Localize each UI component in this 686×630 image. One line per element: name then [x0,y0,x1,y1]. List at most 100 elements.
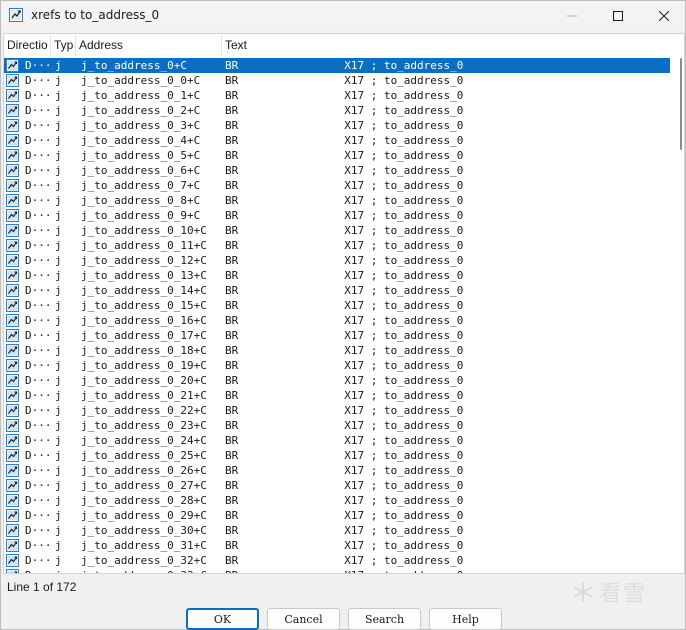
row-text: BR X17 ; to_address_0 [225,554,464,567]
table-row[interactable]: D··· j j_to_address_0+C BR X17 ; to_address… [4,58,670,73]
table-row[interactable]: D··· j j_to_address_0_33+C BR X17 ; to_addr… [4,568,670,573]
xref-jump-icon [6,553,20,568]
window-title: xrefs to to_address_0 [31,8,160,22]
table-row[interactable]: D··· j j_to_address_0_32+C BR X17 ; to_addr… [4,553,670,568]
table-row[interactable]: D··· j j_to_address_0_16+C BR X17 ; to_addr… [4,313,670,328]
help-button[interactable]: Help [429,608,502,630]
table-row[interactable]: D··· j j_to_address_0_14+C BR X17 ; to_addr… [4,283,670,298]
table-row[interactable]: D··· j j_to_address_0_22+C BR X17 ; to_addr… [4,403,670,418]
row-direction: D··· [25,479,51,492]
close-button[interactable] [641,1,686,31]
row-text: BR X17 ; to_address_0 [225,74,464,87]
row-type: j [55,149,62,162]
scrollbar-thumb[interactable] [680,58,682,150]
row-direction: D··· [25,494,51,507]
title-bar[interactable]: xrefs to to_address_0 [1,1,685,31]
row-address: j_to_address_0_10+C [81,224,207,237]
cancel-button[interactable]: Cancel [267,608,340,630]
row-text: BR X17 ; to_address_0 [225,269,464,282]
row-text: BR X17 ; to_address_0 [225,209,464,222]
row-address: j_to_address_0_0+C [81,74,201,87]
row-address: j_to_address_0_18+C [81,344,207,357]
table-row[interactable]: D··· j j_to_address_0_2+C BR X17 ; to_addre… [4,103,670,118]
row-direction: D··· [25,134,51,147]
xref-jump-icon [6,88,20,103]
table-row[interactable]: D··· j j_to_address_0_20+C BR X17 ; to_addr… [4,373,670,388]
column-header-text[interactable]: Text [222,34,674,57]
ok-button[interactable]: OK [186,608,259,630]
minimize-button[interactable] [549,1,595,31]
table-row[interactable]: D··· j j_to_address_0_5+C BR X17 ; to_addre… [4,148,670,163]
row-direction: D··· [25,419,51,432]
table-row[interactable]: D··· j j_to_address_0_18+C BR X17 ; to_addr… [4,343,670,358]
table-row[interactable]: D··· j j_to_address_0_29+C BR X17 ; to_addr… [4,508,670,523]
table-row[interactable]: D··· j j_to_address_0_0+C BR X17 ; to_addre… [4,73,670,88]
column-header-address[interactable]: Address [76,34,222,57]
table-row[interactable]: D··· j j_to_address_0_19+C BR X17 ; to_addr… [4,358,670,373]
row-address: j_to_address_0_16+C [81,314,207,327]
table-row[interactable]: D··· j j_to_address_0_17+C BR X17 ; to_addr… [4,328,670,343]
table-row[interactable]: D··· j j_to_address_0_13+C BR X17 ; to_addr… [4,268,670,283]
maximize-button[interactable] [595,1,641,31]
row-address: j_to_address_0_3+C [81,119,201,132]
row-address: j_to_address_0_29+C [81,509,207,522]
row-address: j_to_address_0_1+C [81,89,201,102]
row-type: j [55,464,62,477]
xref-jump-icon [6,568,20,573]
xrefs-list[interactable]: Directio Typ Address Text D··· j j_to_addr… [3,33,685,574]
row-text: BR X17 ; to_address_0 [225,329,464,342]
table-row[interactable]: D··· j j_to_address_0_23+C BR X17 ; to_addr… [4,418,670,433]
table-row[interactable]: D··· j j_to_address_0_8+C BR X17 ; to_addre… [4,193,670,208]
table-row[interactable]: D··· j j_to_address_0_7+C BR X17 ; to_addre… [4,178,670,193]
row-type: j [55,568,69,573]
row-address: j_to_address_0_28+C [81,494,207,507]
row-direction: D··· [25,254,51,267]
row-text: BR X17 ; to_address_0 [225,239,464,252]
table-row[interactable]: D··· j j_to_address_0_25+C BR X17 ; to_addr… [4,448,670,463]
table-row[interactable]: D··· j j_to_address_0_30+C BR X17 ; to_addr… [4,523,670,538]
table-row[interactable]: D··· j j_to_address_0_21+C BR X17 ; to_addr… [4,388,670,403]
table-row[interactable]: D··· j j_to_address_0_3+C BR X17 ; to_addre… [4,118,670,133]
xref-jump-icon [6,208,20,223]
table-row[interactable]: D··· j j_to_address_0_10+C BR X17 ; to_addr… [4,223,670,238]
xref-icon [9,8,23,22]
row-type: j [55,509,62,522]
table-row[interactable]: D··· j j_to_address_0_9+C BR X17 ; to_addre… [4,208,670,223]
table-row[interactable]: D··· j j_to_address_0_31+C BR X17 ; to_addr… [4,538,670,553]
row-direction: D··· [25,179,51,192]
row-address: j_to_address_0_12+C [81,254,207,267]
xref-jump-icon [6,403,20,418]
column-header-type[interactable]: Typ [51,34,76,57]
table-row[interactable]: D··· j j_to_address_0_6+C BR X17 ; to_addre… [4,163,670,178]
row-type: j [55,314,62,327]
row-address: j_to_address_0+C [81,59,187,72]
row-type: j [55,239,62,252]
row-type: j [55,119,62,132]
row-direction: D··· [25,209,51,222]
table-row[interactable]: D··· j j_to_address_0_28+C BR X17 ; to_addr… [4,493,670,508]
row-direction: D··· [25,224,51,237]
vertical-scrollbar[interactable] [670,58,684,573]
table-row[interactable]: D··· j j_to_address_0_27+C BR X17 ; to_addr… [4,478,670,493]
table-row[interactable]: D··· j j_to_address_0_11+C BR X17 ; to_addr… [4,238,670,253]
table-row[interactable]: D··· j j_to_address_0_12+C BR X17 ; to_addr… [4,253,670,268]
row-text: BR X17 ; to_address_0 [225,284,464,297]
row-type: j [55,179,62,192]
row-direction: D··· [25,299,51,312]
row-address: j_to_address_0_14+C [81,284,207,297]
table-row[interactable]: D··· j j_to_address_0_1+C BR X17 ; to_addre… [4,88,670,103]
row-text: BR X17 ; to_address_0 [225,119,464,132]
row-text: BR X17 ; to_address_0 [225,59,464,72]
table-row[interactable]: D··· j j_to_address_0_15+C BR X17 ; to_addr… [4,298,670,313]
xref-jump-icon [6,523,20,538]
table-row[interactable]: D··· j j_to_address_0_24+C BR X17 ; to_addr… [4,433,670,448]
line-status: Line 1 of 172 [7,580,77,594]
row-direction: D··· [25,269,51,282]
search-button[interactable]: Search [348,608,421,630]
row-address: j_to_address_0_22+C [81,404,207,417]
table-row[interactable]: D··· j j_to_address_0_26+C BR X17 ; to_addr… [4,463,670,478]
row-address: j_to_address_0_4+C [81,134,201,147]
table-row[interactable]: D··· j j_to_address_0_4+C BR X17 ; to_addre… [4,133,670,148]
row-type: j [55,329,62,342]
column-header-direction[interactable]: Directio [4,34,51,57]
